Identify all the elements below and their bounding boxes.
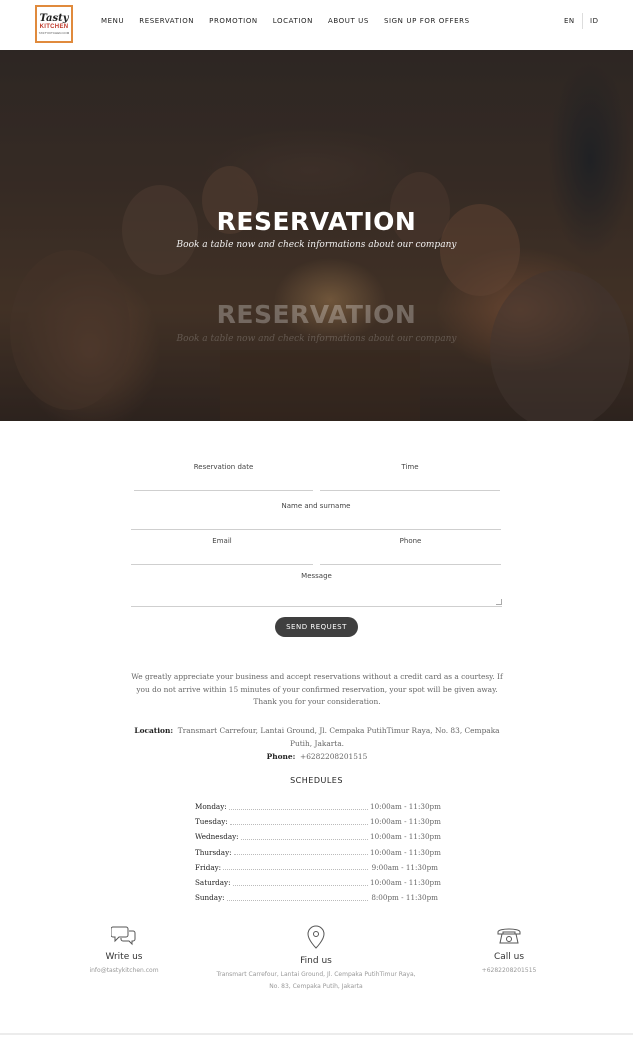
call-us-title: Call us [493,952,525,962]
site-header: Tasty KITCHEN TASTYKITCHEN.COM MENU RESE… [0,0,633,50]
contact-write-us: Write us info@tastykitchen.com [24,924,224,977]
schedule-day: Tuesday: [195,817,228,827]
resize-handle-icon[interactable] [496,599,502,605]
name-field[interactable]: Name and surname [131,502,501,530]
schedule-time: 10:00am - 11:30pm [370,802,441,812]
nav-item-about-us[interactable]: ABOUT US [328,17,369,25]
phone-info-value: +6282208201515 [300,752,368,761]
lang-divider [582,13,583,29]
phone-field[interactable]: Phone [320,537,501,565]
time-label: Time [401,463,419,471]
location-label: Location: [134,726,174,735]
reservation-date-label: Reservation date [193,463,254,471]
lang-id[interactable]: ID [590,17,598,25]
nav-item-menu[interactable]: MENU [101,17,124,25]
schedule-time: 8:00pm - 11:30pm [371,893,438,903]
phone-info-label: Phone: [266,752,296,761]
dotted-leader [226,899,368,901]
dotted-leader [223,869,368,871]
schedule-day: Friday: [195,862,222,872]
schedule-list: Monday: 10:00am - 11:30pm Tuesday: 10:00am… [195,799,441,905]
email-field[interactable]: Email [131,537,313,565]
phone-info: Phone: +6282208201515 [128,752,506,761]
email-input[interactable] [131,548,313,562]
reservation-date-field[interactable]: Reservation date [134,463,313,491]
schedules-title: SCHEDULES [290,776,343,785]
contact-find-us: Find us Transmart Carrefour, Lantai Grou… [216,924,416,993]
chat-icon [111,926,136,946]
phone-label: Phone [399,537,422,545]
schedule-row: Monday: 10:00am - 11:30pm [195,799,441,814]
schedule-time: 9:00am - 11:30pm [371,862,438,872]
logo-line3: TASTYKITCHEN.COM [38,30,70,35]
schedule-day: Monday: [195,802,227,812]
nav-item-promotion[interactable]: PROMOTION [209,17,258,25]
message-field[interactable]: Message [131,572,502,607]
page-title: RESERVATION [216,207,417,236]
location-info: Location: Transmart Carrefour, Lantai Gr… [128,725,506,750]
dotted-leader [233,854,368,856]
schedule-row: Sunday: 8:00pm - 11:30pm [195,890,438,905]
send-request-button[interactable]: SEND REQUEST [275,617,358,637]
schedule-time: 10:00am - 11:30pm [370,817,441,827]
lang-en[interactable]: EN [564,17,575,25]
schedule-row: Friday: 9:00am - 11:30pm [195,860,438,875]
dotted-leader [232,884,368,886]
call-us-number[interactable]: +6282208201515 [409,965,609,977]
schedule-day: Sunday: [195,893,225,903]
write-us-title: Write us [105,952,143,962]
map-pin-icon [307,925,325,949]
time-input[interactable] [320,474,500,488]
page-subtitle: Book a table now and check informations … [176,240,457,250]
find-us-address: Transmart Carrefour, Lantai Ground, Jl. … [216,971,416,990]
contact-call-us: Call us +6282208201515 [409,924,609,977]
schedule-row: Thursday: 10:00am - 11:30pm [195,845,441,860]
nav-item-reservation[interactable]: RESERVATION [139,17,194,25]
schedule-time: 10:00am - 11:30pm [370,878,441,888]
write-us-email[interactable]: info@tastykitchen.com [24,965,224,977]
page-title-echo: RESERVATION [216,300,417,329]
time-field[interactable]: Time [320,463,500,491]
reservation-date-input[interactable] [134,474,313,488]
location-value: Transmart Carrefour, Lantai Ground, Jl. … [177,726,500,748]
email-label: Email [212,537,232,545]
find-us-title: Find us [300,956,332,966]
schedule-day: Thursday: [195,847,232,857]
main-nav: MENU RESERVATION PROMOTION LOCATION ABOU… [101,17,485,25]
schedule-time: 10:00am - 11:30pm [370,847,441,857]
dotted-leader [240,838,368,840]
nav-item-location[interactable]: LOCATION [273,17,313,25]
schedule-row: Tuesday: 10:00am - 11:30pm [195,814,441,829]
page-subtitle-echo: Book a table now and check informations … [176,334,457,344]
schedule-row: Wednesday: 10:00am - 11:30pm [195,829,441,844]
schedule-row: Saturday: 10:00am - 11:30pm [195,875,441,890]
name-input[interactable] [131,513,501,527]
hero-banner: RESERVATION Book a table now and check i… [0,50,633,421]
phone-input[interactable] [320,548,501,562]
name-label: Name and surname [281,502,351,510]
footer-divider [0,1033,633,1035]
logo-line1: Tasty [39,12,69,24]
logo-line2: KITCHEN [39,23,69,30]
message-label: Message [301,572,332,580]
schedule-day: Saturday: [195,878,231,888]
dotted-leader [229,823,368,825]
nav-item-sign-up[interactable]: SIGN UP FOR OFFERS [384,17,470,25]
schedule-time: 10:00am - 11:30pm [370,832,441,842]
schedule-day: Wednesday: [195,832,239,842]
phone-icon [497,928,521,944]
dotted-leader [228,808,368,810]
reservation-notice: We greatly appreciate your business and … [131,672,503,706]
logo[interactable]: Tasty KITCHEN TASTYKITCHEN.COM [35,5,73,43]
